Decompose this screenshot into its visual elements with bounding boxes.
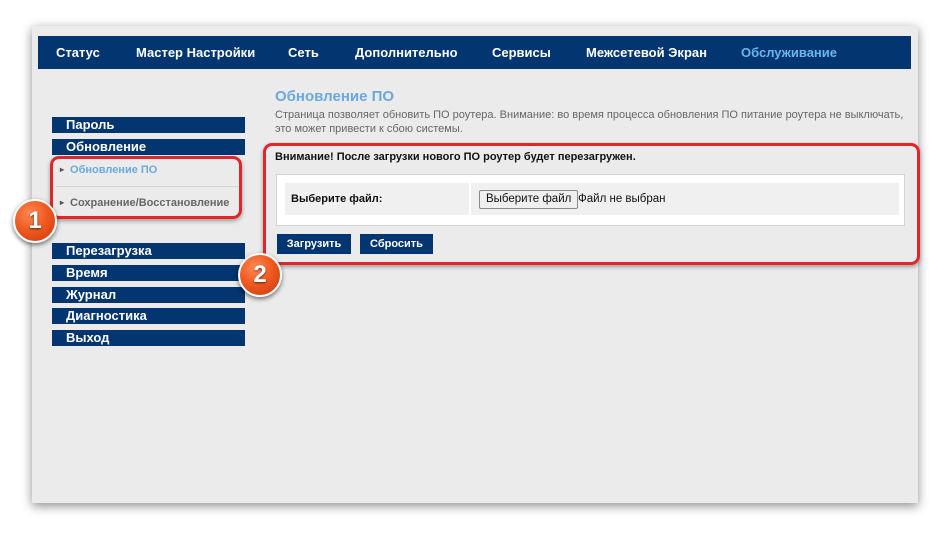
highlight-box-2 [263,143,920,265]
sidebar-item-log[interactable]: Журнал [52,287,245,303]
nav-maintenance[interactable]: Обслуживание [741,36,837,69]
sidebar-item-reboot[interactable]: Перезагрузка [52,243,245,259]
sidebar-item-logout[interactable]: Выход [52,330,245,346]
highlight-box-1 [50,156,242,219]
nav-setup-wizard[interactable]: Мастер Настройки [136,36,255,69]
step-badge-1: 1 [13,199,57,243]
page-title: Обновление ПО [275,88,395,105]
step-badge-2: 2 [238,253,282,297]
nav-services[interactable]: Сервисы [492,36,551,69]
nav-status[interactable]: Статус [56,36,100,69]
sidebar-item-password[interactable]: Пароль [52,117,245,133]
sidebar-item-diagnostics[interactable]: Диагностика [52,308,245,324]
sidebar-item-update[interactable]: Обновление [52,139,245,155]
nav-advanced[interactable]: Дополнительно [355,36,458,69]
sidebar-item-time[interactable]: Время [52,265,245,281]
nav-firewall[interactable]: Межсетевой Экран [586,36,707,69]
top-navigation: Статус Мастер Настройки Сеть Дополнитель… [38,36,911,69]
page-description: Страница позволяет обновить ПО роутера. … [275,109,904,135]
nav-network[interactable]: Сеть [288,36,319,69]
